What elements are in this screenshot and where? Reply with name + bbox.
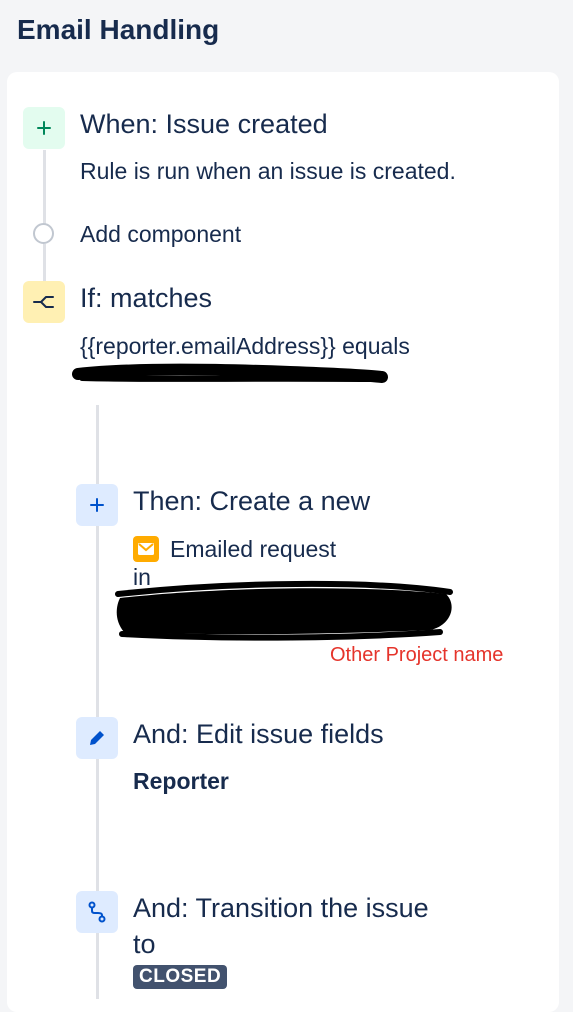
edit-icon-box <box>76 717 118 759</box>
status-badge: CLOSED <box>133 965 228 989</box>
transition-heading-line2: to <box>133 929 156 959</box>
add-component-circle-icon <box>33 223 54 244</box>
trigger-heading: When: Issue created <box>80 109 328 139</box>
mail-icon <box>138 543 154 555</box>
transition-icon-box <box>76 891 118 933</box>
annotation-label: Other Project name <box>330 644 504 666</box>
request-type-label: Emailed request <box>170 536 337 562</box>
condition-heading: If: matches <box>80 283 213 313</box>
plus-icon <box>37 121 51 135</box>
condition-icon-box <box>23 281 65 323</box>
create-heading: Then: Create a new <box>133 486 371 516</box>
trigger-description: Rule is run when an issue is created. <box>80 158 456 184</box>
pencil-icon <box>90 731 104 745</box>
request-type-icon <box>133 536 159 562</box>
plus-icon <box>90 498 104 512</box>
edit-heading: And: Edit issue fields <box>133 719 384 749</box>
create-icon-box <box>76 484 118 526</box>
redaction-scribble <box>115 580 453 641</box>
edit-field-name: Reporter <box>133 768 229 794</box>
branch-icon <box>33 296 54 308</box>
transition-heading-line1: And: Transition the issue <box>133 893 429 923</box>
transition-icon <box>88 901 106 923</box>
add-component-label: Add component <box>80 221 242 247</box>
page-title: Email Handling <box>17 14 220 45</box>
condition-expression: {{reporter.emailAddress}} equals <box>80 333 410 359</box>
redaction-scribble <box>72 363 388 383</box>
rule-connector-line <box>43 150 46 225</box>
trigger-icon-box <box>23 107 65 149</box>
rule-connector-line <box>43 244 46 282</box>
